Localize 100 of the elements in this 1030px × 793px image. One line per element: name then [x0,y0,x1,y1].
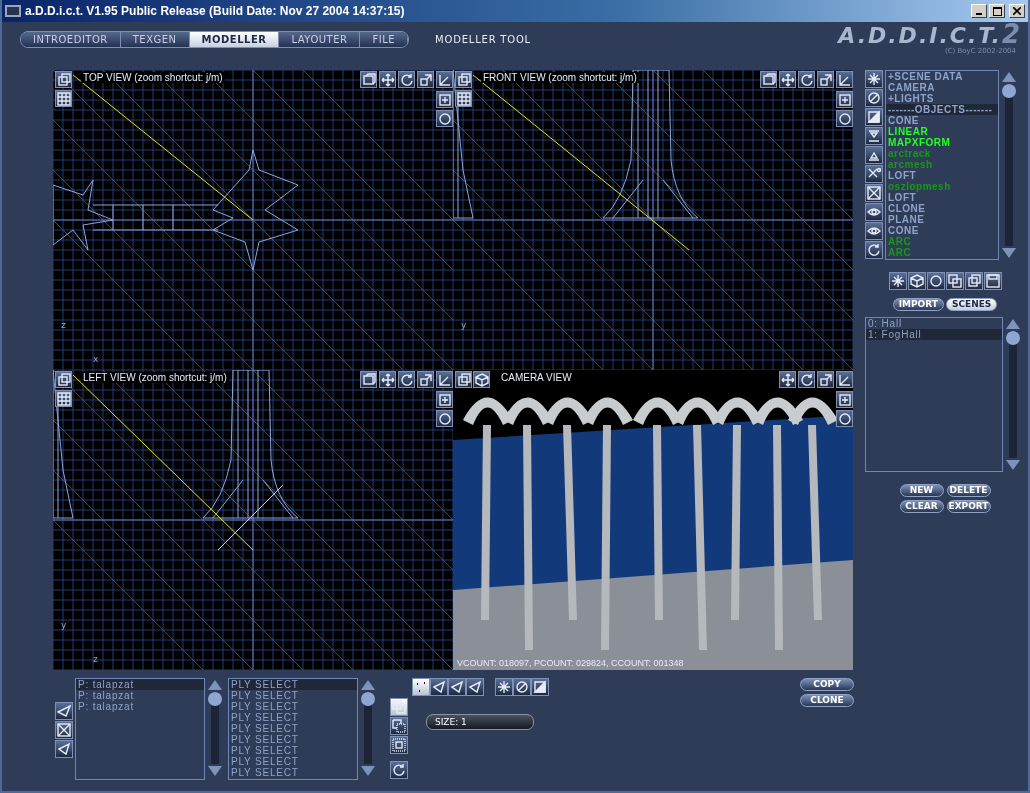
object-item[interactable]: LINEAR [886,126,998,137]
pointer-select-button[interactable] [430,678,448,696]
zoom-in-button[interactable] [436,91,453,108]
viewport-menu-button[interactable] [55,371,72,388]
scene-action-button[interactable]: EXPORT [946,500,991,513]
viewport-menu-button[interactable] [455,71,472,88]
render-options-button[interactable] [473,371,490,388]
axes-button[interactable] [436,71,453,88]
module-tab[interactable]: LAYOUTER [279,31,361,47]
scene-tool-button[interactable] [888,272,907,290]
zoom-reset-button[interactable] [836,110,853,127]
viewport[interactable]: CAMERA VIEW VCOUNT: 018097, PCOUNT: 029824, CCOUNT: 001348 [453,370,853,670]
operation-item[interactable]: PLY SELECT [229,745,357,756]
scale-button[interactable] [417,71,434,88]
move-button[interactable] [779,371,796,388]
viewport[interactable]: FRONT VIEW (zoom shortcut: j/m) y [453,70,853,370]
scale-button[interactable] [817,71,834,88]
object-item[interactable]: CONE [886,225,998,236]
operation-item[interactable]: PLY SELECT [229,679,357,690]
scene-action-button[interactable]: NEW [899,484,944,497]
polygon-item[interactable]: P: talapzat [76,690,204,701]
move-button[interactable] [379,71,396,88]
module-tab[interactable]: MODELLER [189,31,280,47]
object-item[interactable]: +LIGHTS [886,93,998,104]
viewport[interactable]: TOP VIEW (zoom shortcut: j/m) z x [53,70,453,370]
add-mode-button[interactable] [390,717,408,735]
select-tool-button[interactable] [55,740,73,758]
operation-item[interactable]: PLY SELECT [229,756,357,767]
object-tool-button[interactable] [865,127,883,145]
object-tool-button[interactable] [865,165,883,183]
viewport-menu-button[interactable] [55,71,72,88]
object-item[interactable]: CONE [886,115,998,126]
object-item[interactable]: ARC [886,236,998,247]
scale-button[interactable] [817,371,834,388]
delete-tool-button[interactable] [55,721,73,739]
operation-item[interactable]: PLY SELECT [229,767,357,778]
close-button[interactable] [1009,4,1025,18]
zoom-in-button[interactable] [836,391,853,408]
minimize-button[interactable] [971,4,987,18]
ban-tool-button[interactable] [513,678,531,696]
move-button[interactable] [379,371,396,388]
object-tool-button[interactable] [865,184,883,202]
object-item[interactable]: +SCENE DATA [886,71,998,82]
zoom-reset-button[interactable] [836,410,853,427]
object-item[interactable]: LOFT [886,170,998,181]
scrollbar[interactable] [1001,70,1017,260]
axes-button[interactable] [836,371,853,388]
module-tab[interactable]: FILE [360,31,409,47]
half-tool-button[interactable] [531,678,549,696]
scrollbar[interactable] [207,678,223,778]
zoom-reset-button[interactable] [436,410,453,427]
scene-tool-button[interactable] [983,272,1002,290]
move-button[interactable] [779,71,796,88]
operation-item[interactable]: PLY SELECT [229,734,357,745]
scene-tab[interactable]: SCENES [945,298,998,311]
scene-tool-button[interactable] [964,272,983,290]
zoom-in-button[interactable] [836,91,853,108]
maximize-button[interactable] [760,71,777,88]
operation-item[interactable]: PLY SELECT [229,701,357,712]
undo-button[interactable] [390,761,408,779]
viewport[interactable]: LEFT VIEW (zoom shortcut: j/m) y z [53,370,453,670]
object-tool-button[interactable] [865,241,883,259]
scale-button[interactable] [417,371,434,388]
object-item[interactable]: ARC [886,247,998,258]
rotate-button[interactable] [398,71,415,88]
operation-item[interactable]: PLY SELECT [229,690,357,701]
object-tool-button[interactable] [865,89,883,107]
operation-item[interactable]: PLY SELECT [229,712,357,723]
object-tool-button[interactable] [865,203,883,221]
grid-toggle-button[interactable] [55,90,72,107]
grid-toggle-button[interactable] [455,90,472,107]
object-item[interactable]: arctrack [886,148,998,159]
rotate-button[interactable] [398,371,415,388]
zoom-in-button[interactable] [436,391,453,408]
size-field[interactable]: SIZE: 1 [426,714,534,730]
maximize-button[interactable] [360,71,377,88]
axes-button[interactable] [436,371,453,388]
scene-tool-button[interactable] [907,272,926,290]
maximize-button[interactable] [360,371,377,388]
object-item[interactable]: oszlopmesh [886,181,998,192]
object-item[interactable]: MAPXFORM [886,137,998,148]
object-item[interactable]: -------OBJECTS------- [886,104,998,115]
scene-item[interactable]: 1: FogHall [866,329,1002,340]
query-select-button[interactable] [448,678,466,696]
text-select-button[interactable] [466,678,484,696]
scene-action-button[interactable]: DELETE [946,484,991,497]
grid-toggle-button[interactable] [55,390,72,407]
object-item[interactable]: LOFT [886,192,998,203]
light-tool-button[interactable] [495,678,513,696]
module-tab[interactable]: TEXGEN [120,31,190,47]
axes-button[interactable] [836,71,853,88]
object-item[interactable]: PLANE [886,214,998,225]
zoom-reset-button[interactable] [436,110,453,127]
copy-action-button[interactable]: COPY [800,678,854,691]
object-tool-button[interactable] [865,108,883,126]
operation-item[interactable]: PLY SELECT [229,723,357,734]
scrollbar[interactable] [360,678,376,778]
polygon-tool-button[interactable] [55,702,73,720]
polygon-item[interactable]: P: talapzat [76,679,204,690]
scene-tab[interactable]: IMPORT [892,298,944,311]
